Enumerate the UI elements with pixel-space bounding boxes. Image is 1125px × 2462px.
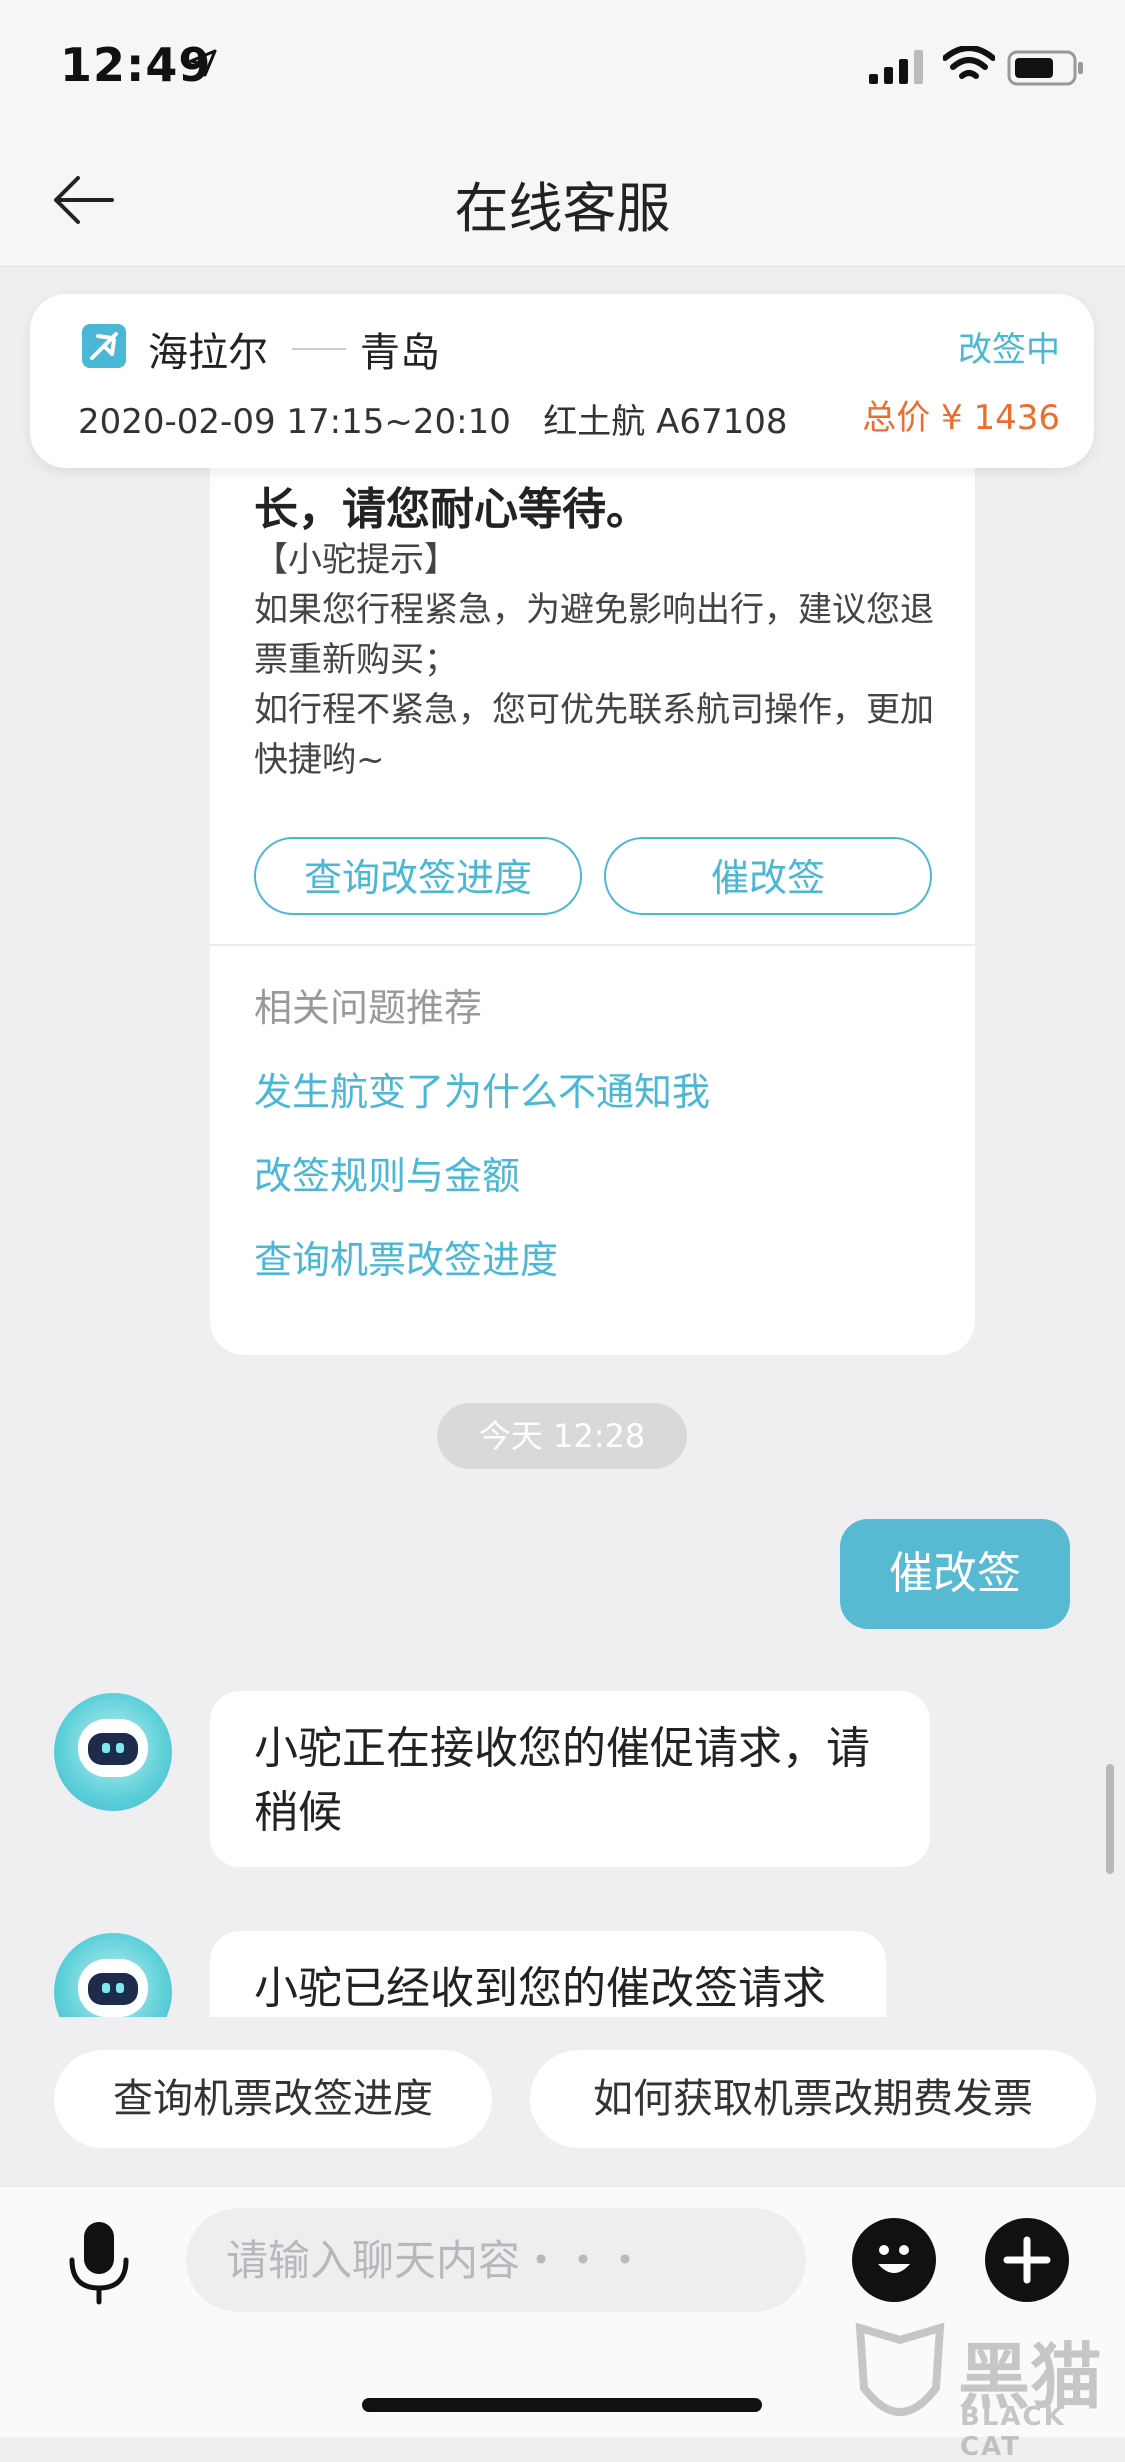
arrival-city: 青岛	[360, 330, 440, 376]
bot-message-bubble: 小驼正在接收您的催促请求，请稍候	[210, 1691, 930, 1867]
quick-reply-chip[interactable]: 查询机票改签进度	[54, 2050, 492, 2148]
microphone-icon[interactable]	[64, 2218, 134, 2308]
reply-tip: 【小驼提示】 如果您行程紧急，为避免影响出行，建议您退票重新购买； 如行程不紧急…	[254, 540, 934, 780]
battery-icon	[1007, 50, 1083, 86]
chat-message-list[interactable]: 长，请您耐心等待。 【小驼提示】 如果您行程紧急，为避免影响出行，建议您退票重新…	[0, 467, 1125, 2017]
related-questions-title: 相关问题推荐	[254, 986, 483, 1030]
location-arrow-icon	[189, 49, 217, 77]
chat-scrollbar[interactable]	[1106, 1764, 1114, 1874]
watermark-subtext: BLACK CAT	[960, 2402, 1066, 2462]
bot-message-bubble: 小驼已经收到您的催改签请求	[210, 1931, 886, 2017]
card-divider	[210, 944, 975, 946]
quick-reply-chip[interactable]: 如何获取机票改期费发票	[530, 2050, 1096, 2148]
check-change-progress-button[interactable]: 查询改签进度	[254, 837, 582, 915]
wifi-icon	[943, 46, 995, 79]
user-message-bubble: 催改签	[840, 1519, 1070, 1629]
message-timestamp: 今天 12:28	[437, 1403, 687, 1469]
cellular-signal-icon	[869, 50, 923, 84]
related-question-link[interactable]: 查询机票改签进度	[254, 1229, 558, 1284]
bot-avatar	[54, 1693, 172, 1811]
airplane-icon	[82, 324, 126, 368]
emoji-icon[interactable]	[852, 2218, 936, 2302]
total-price: 总价 ¥ 1436	[862, 398, 1060, 438]
black-cat-watermark: 黑猫 BLACK CAT	[850, 2318, 1120, 2462]
bot-avatar	[54, 1933, 172, 2017]
bot-reply-card: 长，请您耐心等待。 【小驼提示】 如果您行程紧急，为避免影响出行，建议您退票重新…	[210, 467, 975, 1355]
chat-input[interactable]	[186, 2208, 806, 2312]
plus-icon[interactable]	[985, 2218, 1069, 2302]
reply-text-truncated: 长，请您耐心等待。	[254, 484, 650, 535]
departure-city: 海拉尔	[148, 330, 268, 376]
urge-change-button[interactable]: 催改签	[604, 837, 932, 915]
home-indicator[interactable]	[362, 2398, 762, 2412]
flight-summary-card[interactable]: 海拉尔 青岛 2020-02-09 17:15~20:10 红土航 A67108…	[30, 294, 1094, 468]
related-question-link[interactable]: 改签规则与金额	[254, 1145, 520, 1200]
change-status: 改签中	[958, 330, 1060, 370]
related-question-link[interactable]: 发生航变了为什么不通知我	[254, 1061, 710, 1116]
route-line	[292, 348, 346, 350]
page-title: 在线客服	[454, 177, 671, 240]
flight-details: 2020-02-09 17:15~20:10 红土航 A67108	[78, 402, 788, 442]
